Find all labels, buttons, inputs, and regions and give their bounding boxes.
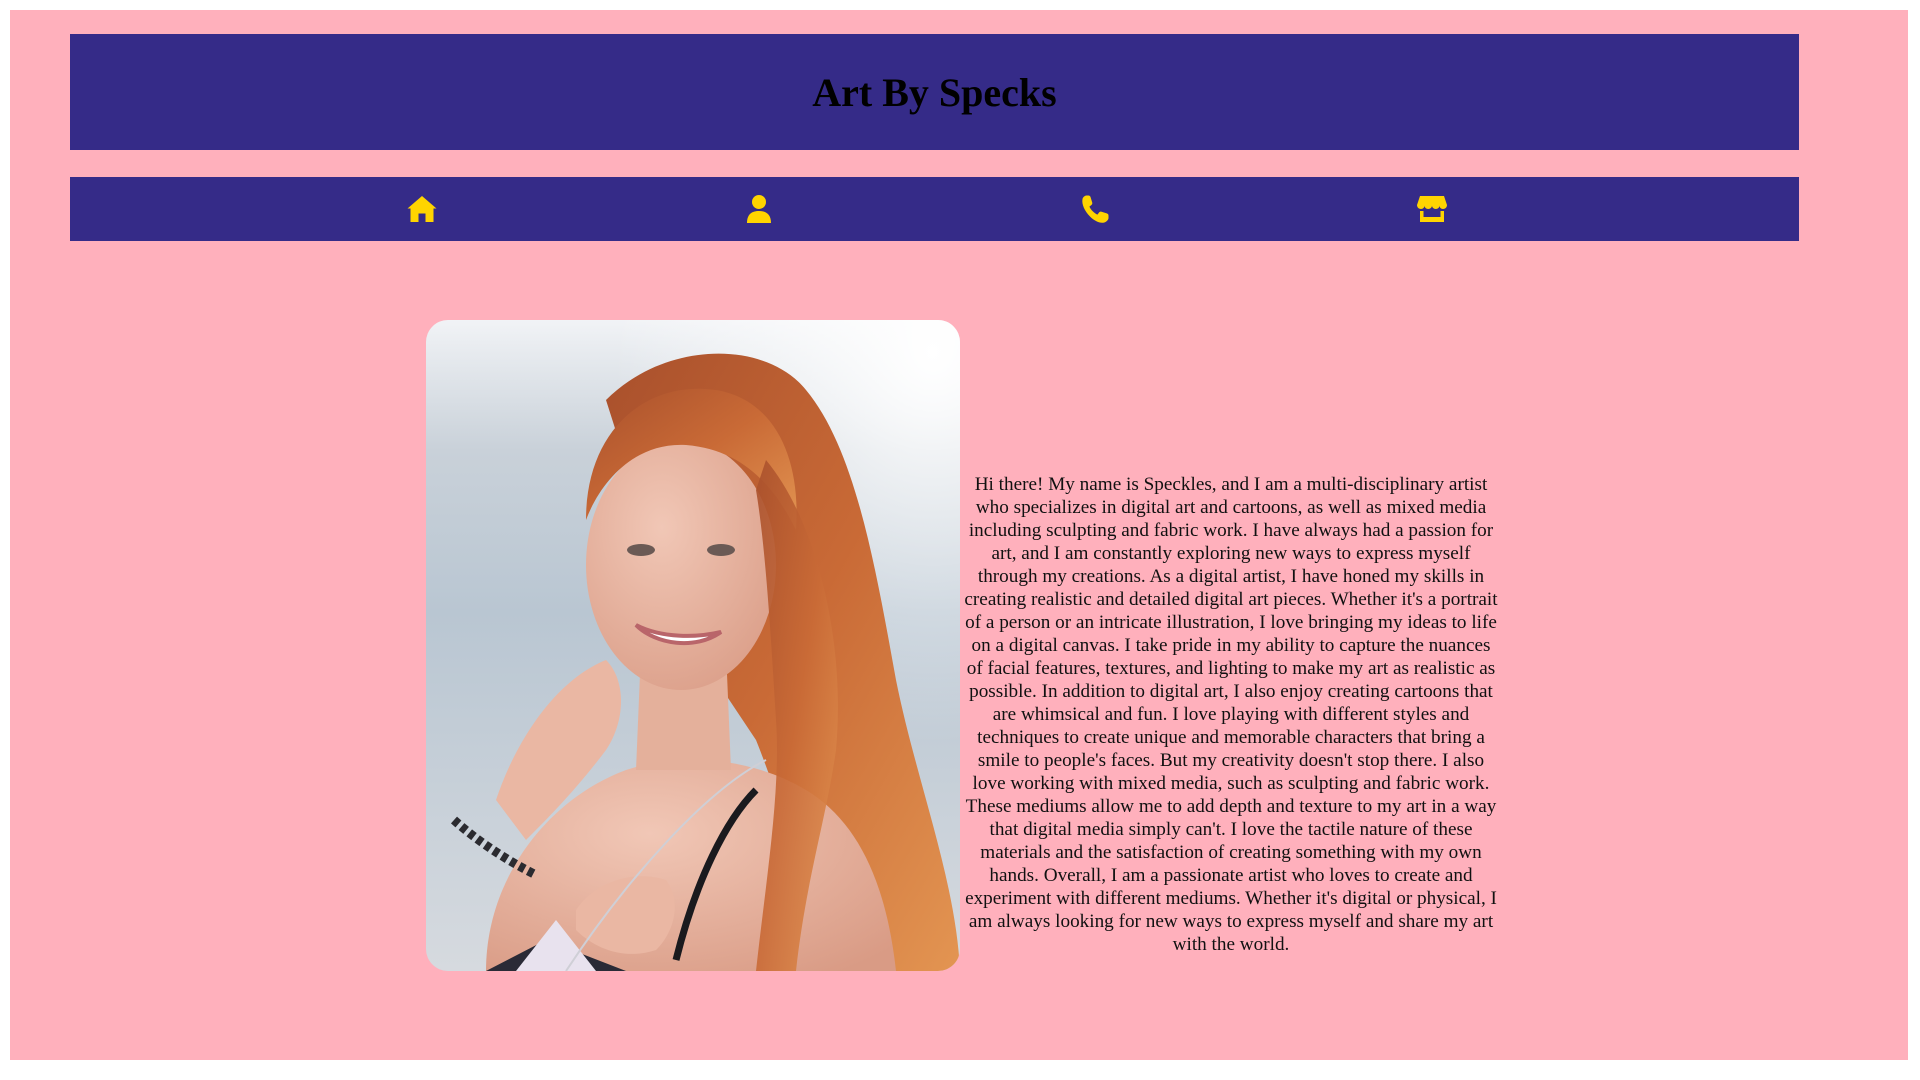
site-title: Art By Specks [812, 69, 1057, 115]
artist-bio: Hi there! My name is Speckles, and I am … [964, 474, 1498, 955]
page-background: Art By Specks Hi there! My name is Speck… [10, 10, 1908, 1060]
artist-portrait [426, 320, 960, 971]
user-icon [747, 195, 771, 223]
nav-shop-link[interactable] [1416, 193, 1448, 225]
nav-contact-link[interactable] [1079, 193, 1111, 225]
nav-home-link[interactable] [406, 193, 438, 225]
nav-bar [70, 177, 1799, 241]
shop-icon [1417, 196, 1447, 222]
home-icon [407, 196, 437, 222]
site-header: Art By Specks [70, 34, 1799, 150]
nav-about-link[interactable] [743, 193, 775, 225]
phone-icon [1082, 195, 1109, 223]
